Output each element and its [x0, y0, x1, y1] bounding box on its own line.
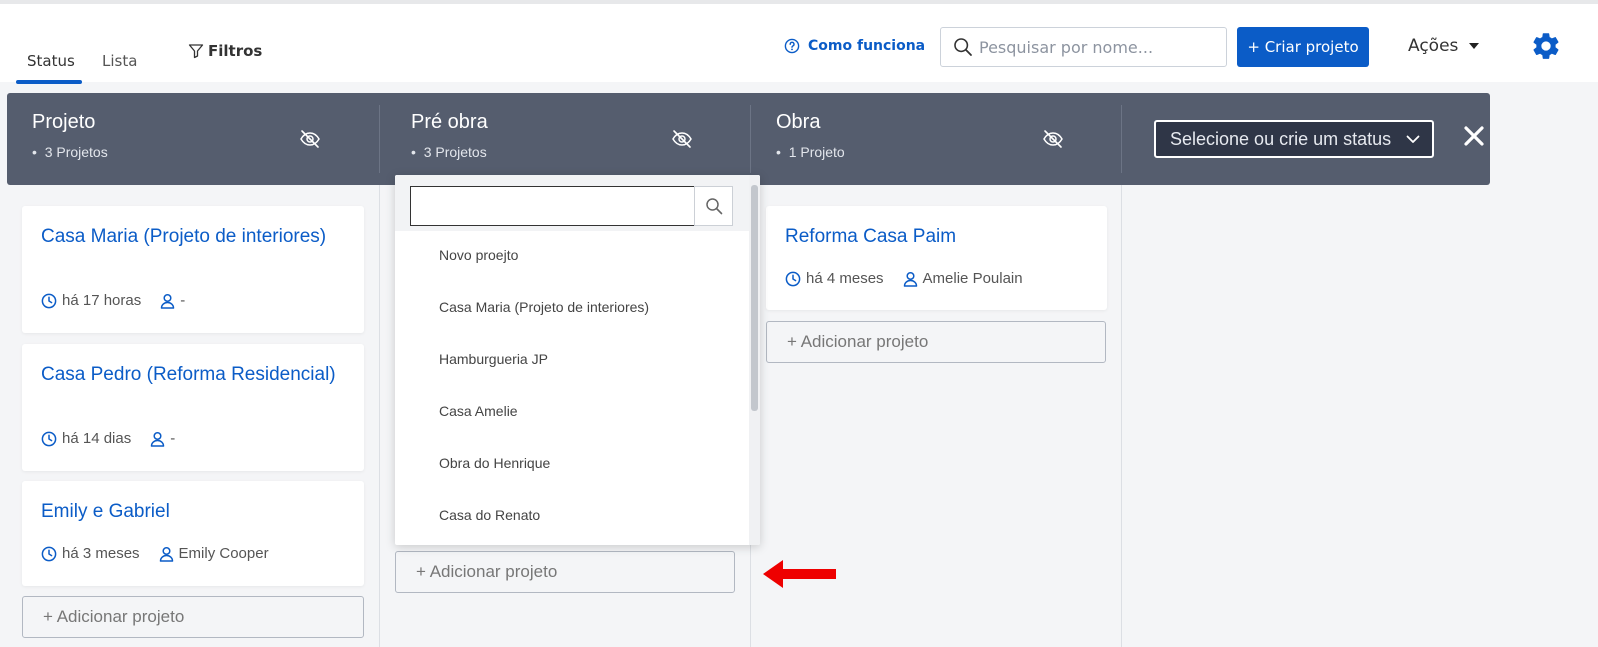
clock-icon — [41, 293, 57, 308]
create-project-button[interactable]: + Criar projeto — [1237, 27, 1369, 67]
status-select[interactable]: Selecione ou crie um status — [1154, 120, 1434, 158]
card-meta: há 14 dias - — [41, 430, 175, 447]
eye-off-icon[interactable] — [299, 129, 321, 149]
dropdown-item[interactable]: Obra do Henrique — [439, 455, 550, 471]
dropdown-search-input[interactable] — [410, 186, 695, 226]
dropdown-item[interactable]: Casa Amelie — [439, 403, 518, 419]
clock-icon — [785, 271, 801, 286]
column-title: Pré obra — [411, 111, 488, 133]
caret-down-icon — [1469, 43, 1480, 49]
top-bar: Status Lista Filtros Como funciona + Cri… — [0, 0, 1598, 84]
card-meta: há 4 meses Amelie Poulain — [785, 270, 1023, 287]
board-header: Projeto • 3 Projetos Pré obra • 3 Projet… — [7, 93, 1490, 185]
card-time: há 17 horas — [62, 292, 142, 309]
card-owner: - — [180, 292, 186, 309]
card-time: há 4 meses — [806, 270, 884, 287]
user-icon — [903, 271, 917, 287]
card-owner: Amelie Poulain — [922, 270, 1023, 287]
column-header-pre-obra: Pré obra • 3 Projetos — [379, 93, 750, 185]
card-time: há 3 meses — [62, 545, 140, 562]
user-icon — [150, 431, 165, 447]
dropdown-item[interactable]: Casa Maria (Projeto de interiores) — [439, 299, 649, 315]
tab-lista[interactable]: Lista — [102, 52, 137, 70]
search-icon — [705, 198, 722, 215]
column-separator — [379, 185, 380, 647]
user-icon — [159, 546, 173, 562]
column-count: • 1 Projeto — [776, 144, 845, 160]
card-meta: há 3 meses Emily Cooper — [41, 545, 269, 562]
user-icon — [160, 293, 175, 309]
card-title[interactable]: Casa Pedro (Reforma Residencial) — [41, 363, 341, 386]
search-input[interactable] — [979, 37, 1209, 57]
eye-off-icon[interactable] — [1042, 129, 1064, 149]
actions-label: Ações — [1408, 36, 1459, 56]
dropdown-item[interactable]: Casa do Renato — [439, 507, 540, 523]
filters-button[interactable]: Filtros — [188, 42, 262, 60]
column-header-obra: Obra • 1 Projeto — [750, 93, 1121, 185]
close-icon[interactable] — [1463, 125, 1485, 147]
filters-label: Filtros — [208, 42, 263, 60]
project-card[interactable]: Casa Pedro (Reforma Residencial) há 14 d… — [22, 344, 364, 471]
dropdown-item[interactable]: Hamburgueria JP — [439, 351, 548, 367]
dropdown-scrollbar-thumb[interactable] — [751, 185, 758, 411]
card-title[interactable]: Emily e Gabriel — [41, 500, 341, 523]
column-count: • 3 Projetos — [32, 144, 108, 160]
card-owner: - — [170, 430, 176, 447]
column-title: Projeto — [32, 111, 96, 133]
column-divider — [1121, 105, 1122, 173]
card-time: há 14 dias — [62, 430, 132, 447]
add-project-button[interactable]: + Adicionar projeto — [22, 596, 364, 638]
add-project-button[interactable]: + Adicionar projeto — [395, 551, 735, 593]
clock-icon — [41, 546, 57, 561]
eye-off-icon[interactable] — [671, 129, 693, 149]
project-card[interactable]: Casa Maria (Projeto de interiores) há 17… — [22, 206, 364, 333]
gear-icon — [1533, 33, 1559, 59]
help-circle-icon — [784, 38, 800, 54]
card-title[interactable]: Casa Maria (Projeto de interiores) — [41, 225, 341, 248]
project-card[interactable]: Emily e Gabriel há 3 meses Emily Cooper — [22, 481, 364, 586]
dropdown-search-button[interactable] — [694, 186, 733, 226]
active-tab-indicator — [16, 80, 82, 84]
card-meta: há 17 horas - — [41, 292, 185, 309]
red-arrow-annotation — [763, 560, 836, 588]
card-owner: Emily Cooper — [178, 545, 269, 562]
settings-button[interactable] — [1530, 30, 1562, 66]
clock-icon — [41, 431, 57, 446]
search-box — [940, 27, 1227, 67]
how-it-works-label: Como funciona — [808, 38, 926, 54]
project-card[interactable]: Reforma Casa Paim há 4 meses Amelie Poul… — [766, 206, 1107, 310]
add-project-button[interactable]: + Adicionar projeto — [766, 321, 1106, 363]
actions-menu[interactable]: Ações — [1408, 36, 1480, 56]
column-count: • 3 Projetos — [411, 144, 487, 160]
status-select-label: Selecione ou crie um status — [1170, 128, 1392, 149]
column-header-projeto: Projeto • 3 Projetos — [7, 93, 379, 185]
how-it-works-link[interactable]: Como funciona — [784, 38, 925, 54]
search-icon — [954, 38, 972, 56]
chevron-down-icon — [1406, 135, 1420, 143]
filter-icon — [188, 44, 204, 59]
card-title[interactable]: Reforma Casa Paim — [785, 225, 1085, 248]
column-title: Obra — [776, 111, 821, 133]
tab-status[interactable]: Status — [27, 52, 75, 70]
dropdown-item[interactable]: Novo proejto — [439, 247, 518, 263]
project-dropdown: Novo proejto Casa Maria (Projeto de inte… — [395, 175, 760, 545]
column-separator — [1121, 185, 1122, 647]
